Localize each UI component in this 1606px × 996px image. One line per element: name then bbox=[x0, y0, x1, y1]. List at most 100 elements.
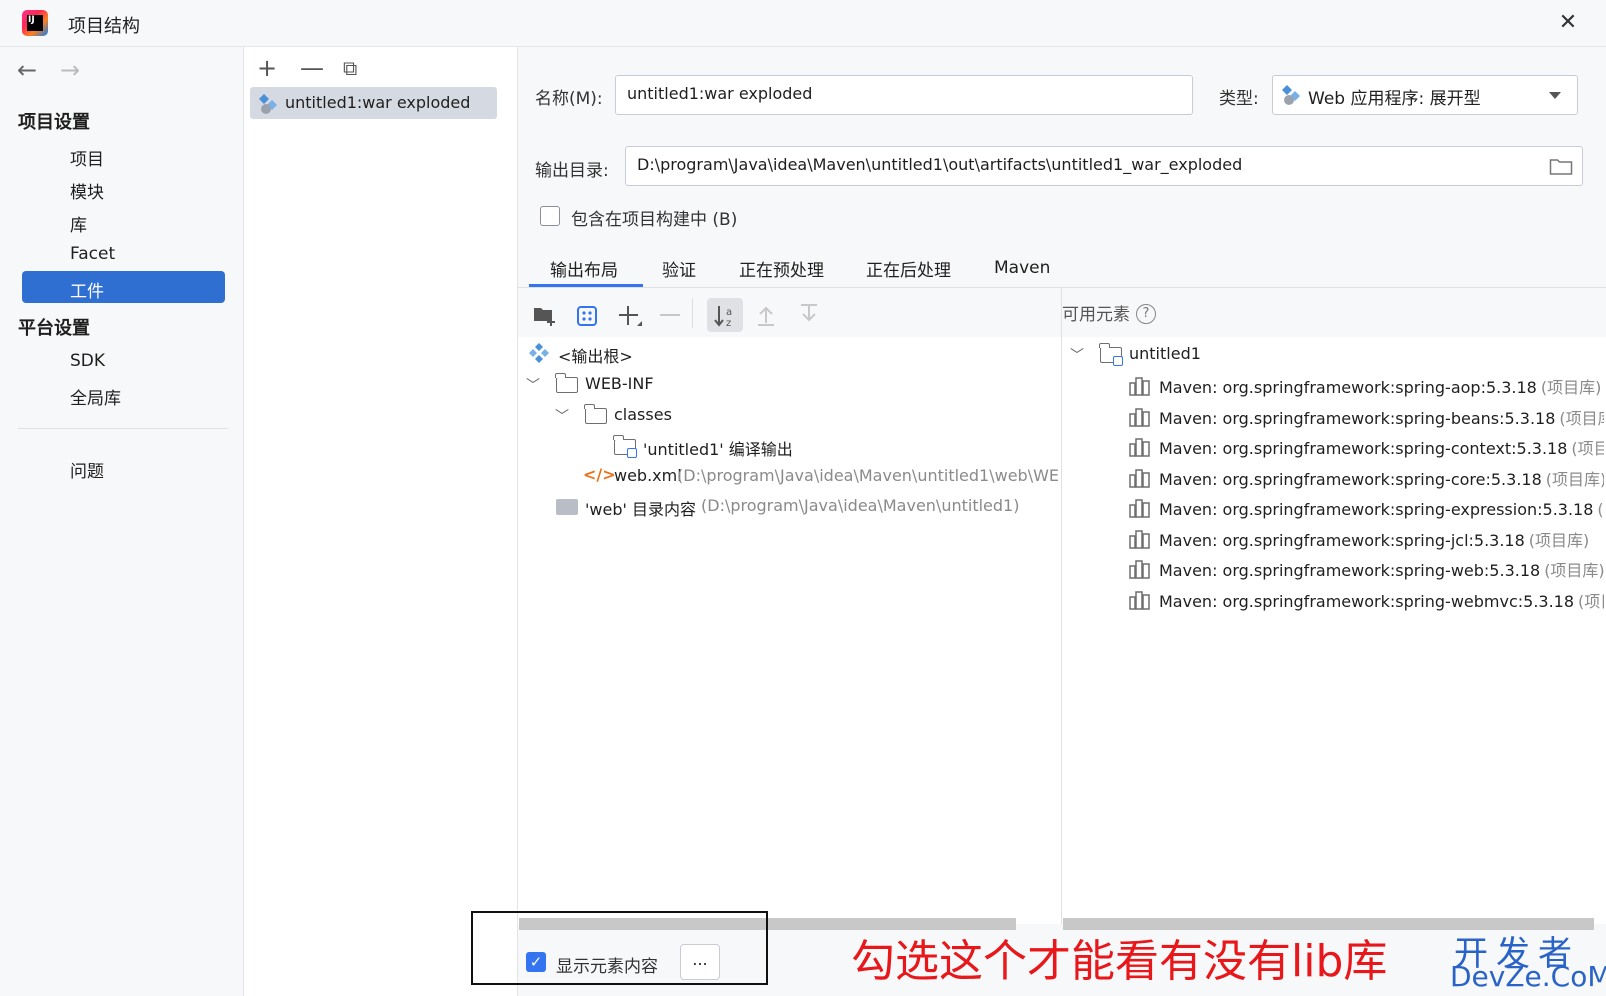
web-artifact-icon bbox=[259, 94, 277, 114]
tree-item-web-xml[interactable]: web.xml bbox=[614, 466, 682, 485]
include-in-build-label: 包含在项目构建中 (B) bbox=[571, 210, 738, 230]
library-item-scope: (项目库) bbox=[1559, 408, 1604, 428]
library-item-label: Maven: org.springframework:spring-web:5.… bbox=[1159, 561, 1541, 580]
svg-text:z: z bbox=[726, 318, 731, 329]
settings-sidebar bbox=[0, 47, 244, 996]
library-item[interactable]: Maven: org.springframework:spring-beans:… bbox=[1159, 405, 1604, 429]
toolbar-separator bbox=[692, 298, 693, 328]
output-dir-field[interactable]: D:\program\Java\idea\Maven\untitled1\out… bbox=[625, 146, 1583, 186]
folder-icon bbox=[555, 373, 578, 393]
available-elements-label: 可用元素 bbox=[1062, 305, 1130, 325]
sidebar-item-sdk[interactable]: SDK bbox=[70, 351, 105, 371]
library-icon bbox=[1129, 560, 1150, 579]
create-archive-icon[interactable] bbox=[576, 305, 598, 327]
library-item-scope: (项目库) bbox=[1578, 591, 1604, 611]
forward-arrow-icon[interactable]: → bbox=[60, 56, 80, 84]
title-bar bbox=[0, 0, 1606, 47]
library-item[interactable]: Maven: org.springframework:spring-aop:5.… bbox=[1159, 374, 1604, 398]
project-settings-heading: 项目设置 bbox=[18, 112, 90, 133]
intellij-logo-icon: IJ bbox=[22, 10, 48, 36]
sidebar-item-problems[interactable]: 问题 bbox=[70, 457, 104, 482]
annotation-text: 勾选这个才能看有没有lib库 bbox=[851, 936, 1388, 987]
new-directory-icon[interactable] bbox=[533, 305, 557, 327]
xml-file-icon: </> bbox=[583, 465, 616, 484]
tree-item-classes[interactable]: classes bbox=[614, 405, 672, 424]
artifact-list-panel bbox=[244, 47, 518, 996]
chevron-down-icon[interactable]: ﹀ bbox=[1070, 345, 1084, 365]
chevron-down-icon bbox=[1549, 92, 1561, 99]
library-item[interactable]: Maven: org.springframework:spring-web:5.… bbox=[1159, 557, 1604, 581]
library-item-scope: (项目库) bbox=[1571, 439, 1604, 458]
artifact-list-item-label: untitled1:war exploded bbox=[285, 93, 471, 112]
remove-artifact-icon[interactable]: — bbox=[300, 56, 324, 80]
sidebar-item-modules[interactable]: 模块 bbox=[70, 178, 104, 203]
library-item-scope: (项目库 bbox=[1597, 500, 1604, 519]
library-item-scope: (项目库) bbox=[1544, 561, 1604, 580]
output-layout-toolbar bbox=[518, 288, 1061, 337]
move-down-icon[interactable] bbox=[798, 303, 820, 327]
back-arrow-icon[interactable]: ← bbox=[17, 56, 37, 84]
library-item[interactable]: Maven: org.springframework:spring-expres… bbox=[1159, 496, 1604, 520]
chevron-down-icon[interactable]: ﹀ bbox=[555, 406, 569, 426]
move-up-icon[interactable] bbox=[755, 303, 777, 327]
sidebar-item-global-libraries[interactable]: 全局库 bbox=[70, 384, 121, 409]
tab-validation[interactable]: 验证 bbox=[662, 256, 696, 281]
tab-maven[interactable]: Maven bbox=[994, 258, 1050, 278]
library-item[interactable]: Maven: org.springframework:spring-jcl:5.… bbox=[1159, 527, 1604, 551]
library-item[interactable]: Maven: org.springframework:spring-contex… bbox=[1159, 435, 1604, 459]
sidebar-item-artifacts-label: 工件 bbox=[70, 282, 104, 302]
add-copy-of-icon[interactable] bbox=[617, 304, 643, 328]
library-item-label: Maven: org.springframework:spring-core:5… bbox=[1159, 469, 1542, 489]
remove-element-icon[interactable] bbox=[660, 313, 682, 317]
library-icon bbox=[1129, 407, 1150, 427]
tree-item-output-root[interactable]: <输出根> bbox=[558, 343, 633, 367]
tab-post-processing[interactable]: 正在后处理 bbox=[866, 256, 951, 281]
close-button[interactable]: ✕ bbox=[1555, 10, 1581, 36]
watermark-line2: DevZe.CoM bbox=[1450, 960, 1606, 993]
tree-item-web-dir-path: (D:\program\Java\idea\Maven\untitled1) bbox=[701, 496, 1020, 515]
library-item-scope: (项目库) bbox=[1540, 378, 1602, 397]
sidebar-item-project[interactable]: 项目 bbox=[70, 145, 104, 170]
module-badge-icon bbox=[1113, 356, 1123, 366]
annotation-highlight-box bbox=[471, 911, 768, 985]
library-item-scope: (项目库) bbox=[1528, 530, 1590, 550]
library-icon bbox=[1129, 377, 1150, 396]
library-item-label: Maven: org.springframework:spring-expres… bbox=[1159, 500, 1594, 519]
svg-text:a: a bbox=[726, 307, 732, 318]
library-item-label: Maven: org.springframework:spring-contex… bbox=[1159, 439, 1568, 458]
copy-artifact-icon[interactable]: ⧉ bbox=[343, 56, 357, 80]
library-item-scope: (项目库) bbox=[1545, 469, 1604, 489]
library-item[interactable]: Maven: org.springframework:spring-core:5… bbox=[1159, 466, 1604, 490]
tree-item-web-inf[interactable]: WEB-INF bbox=[585, 374, 654, 393]
tree-item-web-dir[interactable]: 'web' 目录内容 bbox=[585, 496, 696, 520]
library-item-label: Maven: org.springframework:spring-beans:… bbox=[1159, 408, 1556, 428]
name-label: 名称(M): bbox=[535, 89, 603, 109]
sidebar-item-artifacts[interactable] bbox=[22, 271, 225, 303]
name-field[interactable]: untitled1:war exploded bbox=[615, 75, 1193, 115]
output-layout-tree bbox=[518, 337, 1061, 924]
tree-item-compile-output[interactable]: 'untitled1' 编译输出 bbox=[643, 436, 793, 460]
help-icon[interactable]: ? bbox=[1136, 304, 1156, 324]
library-icon bbox=[1129, 468, 1150, 488]
add-artifact-icon[interactable]: + bbox=[257, 56, 277, 80]
library-item[interactable]: Maven: org.springframework:spring-webmvc… bbox=[1159, 588, 1604, 612]
tab-pre-processing[interactable]: 正在预处理 bbox=[739, 256, 824, 281]
library-item-label: Maven: org.springframework:spring-jcl:5.… bbox=[1159, 530, 1525, 550]
tab-output-layout[interactable]: 输出布局 bbox=[550, 256, 618, 281]
library-icon bbox=[1129, 438, 1150, 457]
browse-folder-icon[interactable] bbox=[1549, 157, 1573, 175]
chevron-down-icon[interactable]: ﹀ bbox=[526, 375, 540, 395]
library-item-label: Maven: org.springframework:spring-aop:5.… bbox=[1159, 378, 1537, 397]
output-root-icon bbox=[529, 343, 549, 363]
include-in-build-checkbox[interactable] bbox=[540, 206, 560, 226]
sidebar-divider bbox=[18, 428, 228, 429]
library-item-label: Maven: org.springframework:spring-webmvc… bbox=[1159, 591, 1575, 611]
web-folder-icon bbox=[556, 499, 578, 515]
sidebar-item-facets[interactable]: Facet bbox=[70, 244, 115, 264]
sidebar-item-libraries[interactable]: 库 bbox=[70, 211, 87, 236]
available-root-module[interactable]: untitled1 bbox=[1129, 344, 1201, 363]
output-dir-label: 输出目录: bbox=[535, 161, 609, 181]
library-icon bbox=[1129, 529, 1150, 549]
module-badge-icon bbox=[627, 448, 637, 458]
library-icon bbox=[1129, 499, 1150, 518]
